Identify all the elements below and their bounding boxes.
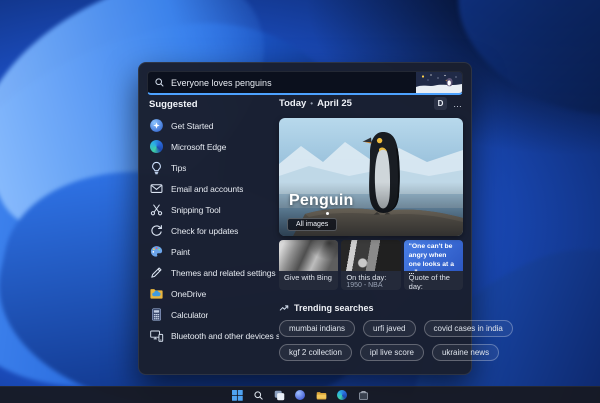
carousel-dot (326, 212, 329, 215)
pencil-icon (149, 265, 164, 280)
taskbar-search-button[interactable] (253, 390, 264, 401)
onedrive-icon (149, 286, 164, 301)
hero-card-penguin[interactable]: Penguin All images (279, 118, 463, 236)
card-subcaption: 1950 - NBA miles... (346, 282, 383, 290)
get-started-icon (149, 118, 164, 133)
header-separator: • (310, 99, 314, 108)
search-panel: Suggested Get Started Microsoft Edge Tip… (138, 62, 513, 375)
calculator-icon (149, 307, 164, 322)
trending-chip[interactable]: urfi javed (363, 320, 416, 337)
suggested-item-bluetooth-devices[interactable]: Bluetooth and other devices sett... (149, 328, 279, 343)
suggested-item-themes[interactable]: Themes and related settings (149, 265, 279, 280)
card-caption: On this day: (346, 273, 387, 282)
suggested-item-label: Get Started (171, 120, 214, 131)
trending-icon (279, 305, 289, 311)
card-on-this-day[interactable]: On this day: 1950 - NBA miles... (341, 240, 401, 290)
start-button[interactable] (231, 389, 243, 401)
suggested-item-tips[interactable]: Tips (149, 160, 279, 175)
suggested-item-paint[interactable]: Paint (149, 244, 279, 259)
search-input[interactable] (171, 77, 456, 88)
trending-chip[interactable]: ipl live score (359, 344, 424, 361)
date-label: April 25 (317, 98, 352, 109)
task-view-button[interactable] (274, 390, 285, 401)
lightbulb-icon (149, 160, 164, 175)
suggested-header: Suggested (149, 99, 198, 110)
suggested-item-check-updates[interactable]: Check for updates (149, 223, 279, 238)
daily-header: Today • April 25 D … (279, 97, 463, 110)
card-give-with-bing[interactable]: Give with Bing (279, 240, 339, 290)
more-options-icon[interactable]: … (453, 99, 463, 109)
search-bar[interactable] (147, 71, 463, 95)
suggested-item-calculator[interactable]: Calculator (149, 307, 279, 322)
palette-icon (149, 244, 164, 259)
on-this-day-image (341, 240, 401, 271)
file-explorer-button[interactable] (316, 390, 327, 401)
card-caption: Give with Bing (284, 273, 332, 282)
suggested-item-email-accounts[interactable]: Email and accounts (149, 181, 279, 196)
daily-content: Today • April 25 D … Penguin All images … (279, 97, 513, 361)
suggested-item-label: Microsoft Edge (171, 141, 227, 152)
today-label: Today (279, 98, 307, 109)
edge-browser-button[interactable] (337, 390, 348, 401)
suggested-item-label: Calculator (171, 309, 209, 320)
trending-section: Trending searches mumbai indians urfi ja… (279, 303, 513, 361)
info-cards: Give with Bing On this day: 1950 - NBA m… (279, 240, 463, 290)
suggested-item-label: Bluetooth and other devices sett... (171, 330, 279, 341)
card-quote-of-day[interactable]: "One can't be angry when one looks at a … (403, 240, 463, 290)
store-button[interactable] (358, 390, 369, 401)
devices-icon (149, 328, 164, 343)
suggested-item-get-started[interactable]: Get Started (149, 118, 279, 133)
penguin-illustration (416, 72, 462, 93)
hero-title: Penguin (289, 192, 354, 209)
edge-icon (149, 139, 164, 154)
quote-text: "One can't be angry when one looks at a … (403, 240, 463, 276)
trending-chip[interactable]: kgf 2 collection (279, 344, 352, 361)
trending-chip[interactable]: mumbai indians (279, 320, 356, 337)
trending-chip[interactable]: covid cases in india (423, 320, 513, 337)
suggested-item-label: Paint (171, 246, 190, 257)
all-images-button[interactable]: All images (287, 218, 338, 231)
desktop-screen: Suggested Get Started Microsoft Edge Tip… (0, 0, 600, 403)
trending-chip[interactable]: ukraine news (431, 344, 500, 361)
suggested-section: Suggested Get Started Microsoft Edge Tip… (149, 99, 279, 343)
trending-header: Trending searches (294, 303, 374, 313)
refresh-icon (149, 223, 164, 238)
suggested-item-label: OneDrive (171, 288, 207, 299)
suggested-item-microsoft-edge[interactable]: Microsoft Edge (149, 139, 279, 154)
give-with-bing-image (279, 240, 339, 271)
profile-badge[interactable]: D (434, 97, 447, 110)
scissors-icon (149, 202, 164, 217)
suggested-item-onedrive[interactable]: OneDrive (149, 286, 279, 301)
taskbar (0, 386, 600, 403)
card-caption: Quote of the day: (408, 273, 450, 290)
search-icon (155, 78, 164, 87)
suggested-item-label: Check for updates (171, 225, 239, 236)
widgets-button[interactable] (295, 390, 306, 401)
suggested-item-label: Tips (171, 162, 187, 173)
suggested-item-label: Themes and related settings (171, 267, 276, 278)
suggested-item-snipping-tool[interactable]: Snipping Tool (149, 202, 279, 217)
envelope-icon (149, 181, 164, 196)
suggested-item-label: Email and accounts (171, 183, 244, 194)
suggested-item-label: Snipping Tool (171, 204, 221, 215)
